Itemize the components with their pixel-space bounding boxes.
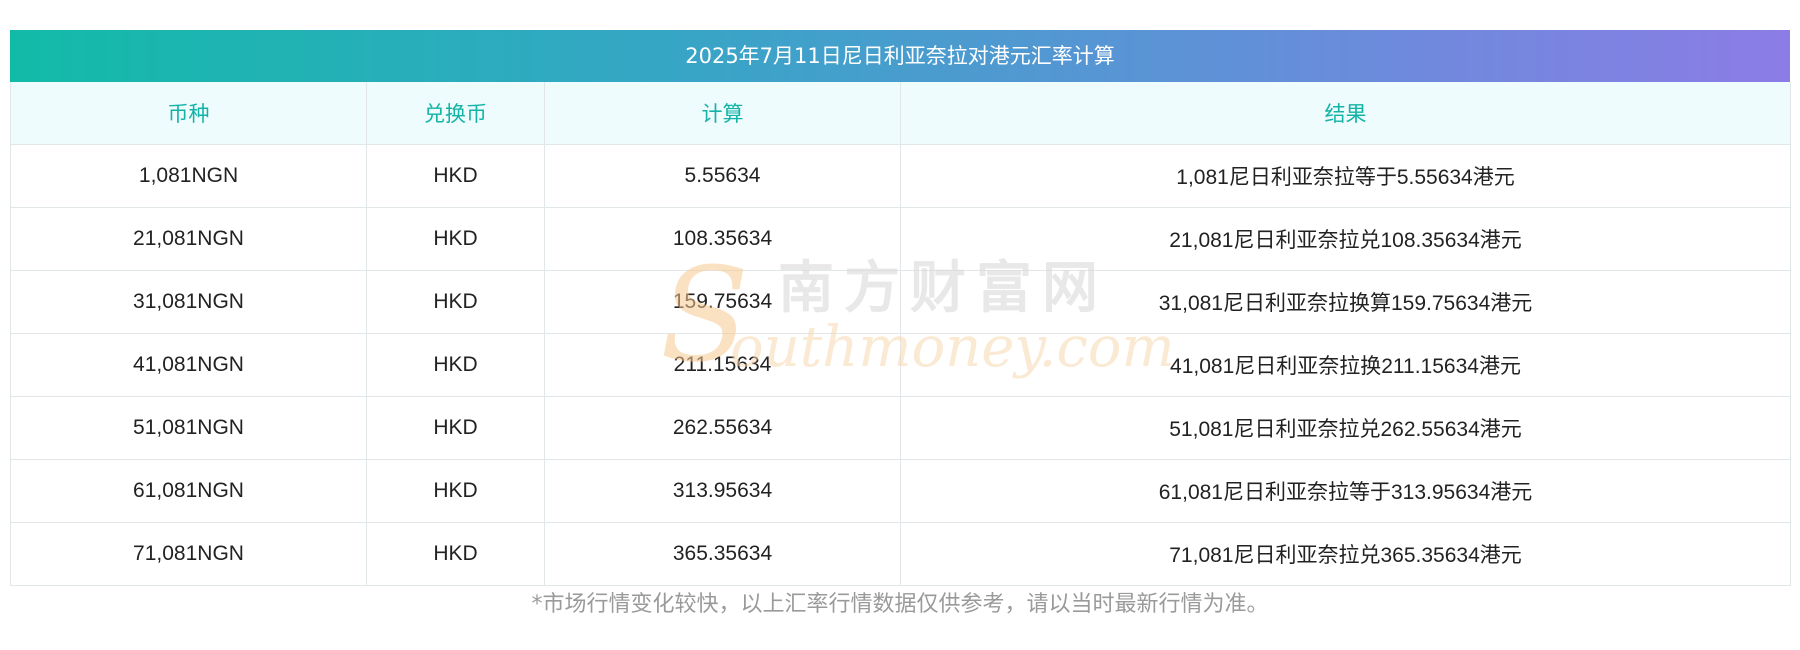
- cell-currency: 51,081NGN: [10, 396, 367, 460]
- disclaimer-note: *市场行情变化较快，以上汇率行情数据仅供参考，请以当时最新行情为准。: [531, 592, 1269, 617]
- cell-result: 1,081尼日利亚奈拉等于5.55634港元: [900, 144, 1791, 208]
- cell-result: 61,081尼日利亚奈拉等于313.95634港元: [900, 459, 1791, 523]
- rate-table: 币种 兑换币 计算 结果 1,081NGN HKD 5.55634 1,081尼…: [10, 82, 1791, 586]
- cell-calculation: 262.55634: [544, 396, 901, 460]
- cell-calculation: 108.35634: [544, 207, 901, 271]
- cell-result: 71,081尼日利亚奈拉兑365.35634港元: [900, 522, 1791, 586]
- cell-target-currency: HKD: [366, 144, 545, 208]
- header-row: 币种 兑换币 计算 结果: [10, 82, 1791, 145]
- cell-currency: 41,081NGN: [10, 333, 367, 397]
- cell-target-currency: HKD: [366, 333, 545, 397]
- cell-target-currency: HKD: [366, 396, 545, 460]
- cell-target-currency: HKD: [366, 207, 545, 271]
- cell-calculation: 365.35634: [544, 522, 901, 586]
- cell-calculation: 313.95634: [544, 459, 901, 523]
- cell-result: 41,081尼日利亚奈拉换211.15634港元: [900, 333, 1791, 397]
- column-header-result: 结果: [900, 82, 1791, 145]
- cell-result: 21,081尼日利亚奈拉兑108.35634港元: [900, 207, 1791, 271]
- cell-currency: 31,081NGN: [10, 270, 367, 334]
- column-header-target-currency: 兑换币: [366, 82, 545, 145]
- column-header-calculation: 计算: [544, 82, 901, 145]
- cell-target-currency: HKD: [366, 270, 545, 334]
- rate-table-container: 2025年7月11日尼日利亚奈拉对港元汇率计算 币种 兑换币 计算 结果 1,0…: [10, 30, 1791, 586]
- cell-calculation: 211.15634: [544, 333, 901, 397]
- cell-result: 51,081尼日利亚奈拉兑262.55634港元: [900, 396, 1791, 460]
- column-header-currency: 币种: [10, 82, 367, 145]
- cell-target-currency: HKD: [366, 522, 545, 586]
- table-row: 31,081NGN HKD 159.75634 31,081尼日利亚奈拉换算15…: [10, 270, 1791, 334]
- cell-target-currency: HKD: [366, 459, 545, 523]
- cell-calculation: 5.55634: [544, 144, 901, 208]
- cell-result: 31,081尼日利亚奈拉换算159.75634港元: [900, 270, 1791, 334]
- cell-currency: 21,081NGN: [10, 207, 367, 271]
- table-row: 41,081NGN HKD 211.15634 41,081尼日利亚奈拉换211…: [10, 333, 1791, 397]
- cell-currency: 61,081NGN: [10, 459, 367, 523]
- table-row: 61,081NGN HKD 313.95634 61,081尼日利亚奈拉等于31…: [10, 459, 1791, 523]
- table-row: 21,081NGN HKD 108.35634 21,081尼日利亚奈拉兑108…: [10, 207, 1791, 271]
- cell-currency: 71,081NGN: [10, 522, 367, 586]
- table-row: 51,081NGN HKD 262.55634 51,081尼日利亚奈拉兑262…: [10, 396, 1791, 460]
- cell-calculation: 159.75634: [544, 270, 901, 334]
- table-row: 1,081NGN HKD 5.55634 1,081尼日利亚奈拉等于5.5563…: [10, 144, 1791, 208]
- table-title: 2025年7月11日尼日利亚奈拉对港元汇率计算: [10, 30, 1790, 82]
- table-row: 71,081NGN HKD 365.35634 71,081尼日利亚奈拉兑365…: [10, 522, 1791, 586]
- cell-currency: 1,081NGN: [10, 144, 367, 208]
